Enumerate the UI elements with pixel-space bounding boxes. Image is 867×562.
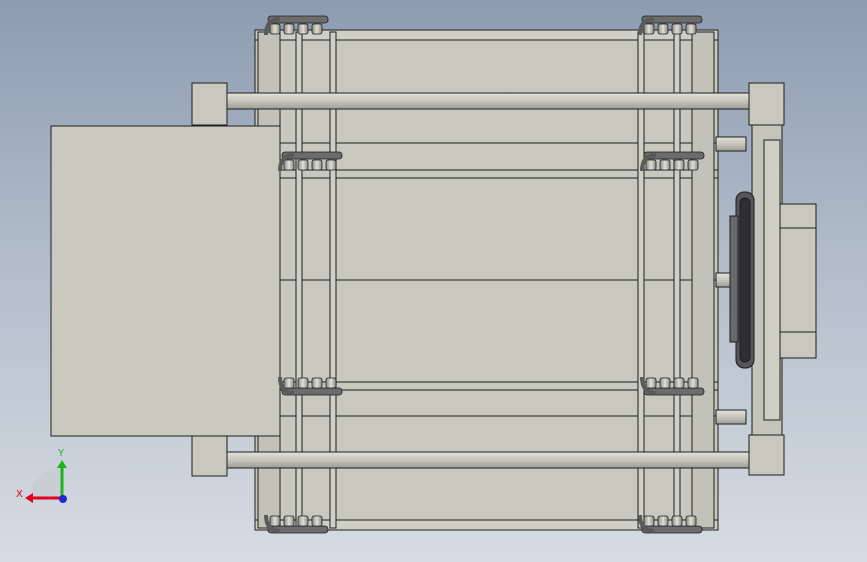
- roller-mid-right-top-3: [687, 159, 699, 171]
- roller-bot-right-3: [685, 515, 697, 527]
- roller-bot-left-0: [269, 515, 281, 527]
- roller-bot-right-0: [643, 515, 655, 527]
- roller-mid-left-bot-0: [283, 377, 295, 389]
- x-arrow-head: [25, 493, 33, 503]
- top-shaft[interactable]: [225, 92, 751, 110]
- roller-top-left-2: [297, 23, 309, 35]
- bottom-right-bearing-block[interactable]: [748, 434, 785, 476]
- roller-mid-right-bot-3: [687, 377, 699, 389]
- roller-mid-left-top-2: [311, 159, 323, 171]
- bottom-left-bearing-block[interactable]: [191, 435, 228, 477]
- roller-mid-left-bot-3: [325, 377, 337, 389]
- right-support-flange: [763, 139, 781, 421]
- roller-mid-left-top-3: [325, 159, 337, 171]
- cad-viewport[interactable]: X Y: [0, 0, 867, 562]
- y-arrow-head: [57, 460, 67, 468]
- roller-mid-left-bot-1: [297, 377, 309, 389]
- roller-top-right-2: [671, 23, 683, 35]
- roller-mid-right-top-0: [645, 159, 657, 171]
- roller-bot-right-2: [671, 515, 683, 527]
- roller-mid-right-bot-1: [659, 377, 671, 389]
- roller-mid-left-top-1: [297, 159, 309, 171]
- motor-housing[interactable]: [779, 203, 817, 359]
- roller-bot-right-1: [657, 515, 669, 527]
- roller-bot-left-1: [283, 515, 295, 527]
- top-right-bearing-block[interactable]: [748, 82, 785, 126]
- guide-pin-bottom[interactable]: [715, 409, 747, 425]
- roller-top-right-0: [643, 23, 655, 35]
- axis-shadow: [30, 466, 62, 498]
- x-axis-label: X: [16, 489, 23, 500]
- roller-top-right-1: [657, 23, 669, 35]
- roller-mid-right-bot-2: [673, 377, 685, 389]
- cad-model-view[interactable]: X Y: [0, 0, 867, 562]
- axis-origin-dot: [59, 495, 67, 503]
- roller-mid-right-top-2: [673, 159, 685, 171]
- y-axis-label: Y: [57, 448, 65, 459]
- roller-mid-left-top-0: [283, 159, 295, 171]
- roller-bot-left-3: [311, 515, 323, 527]
- roller-top-left-1: [283, 23, 295, 35]
- roller-top-right-3: [685, 23, 697, 35]
- top-left-bearing-block[interactable]: [191, 82, 228, 126]
- flywheel-rim: [739, 197, 751, 363]
- roller-mid-left-bot-2: [311, 377, 323, 389]
- roller-bot-left-2: [297, 515, 309, 527]
- roller-mid-right-bot-0: [645, 377, 657, 389]
- roller-top-left-0: [269, 23, 281, 35]
- roller-top-left-3: [311, 23, 323, 35]
- coordinate-triad: X Y: [16, 448, 67, 503]
- flywheel-hub: [729, 215, 739, 343]
- guide-pin-top[interactable]: [715, 136, 747, 152]
- roller-mid-right-top-1: [659, 159, 671, 171]
- bottom-shaft[interactable]: [225, 451, 751, 469]
- left-cover-box[interactable]: [50, 125, 281, 437]
